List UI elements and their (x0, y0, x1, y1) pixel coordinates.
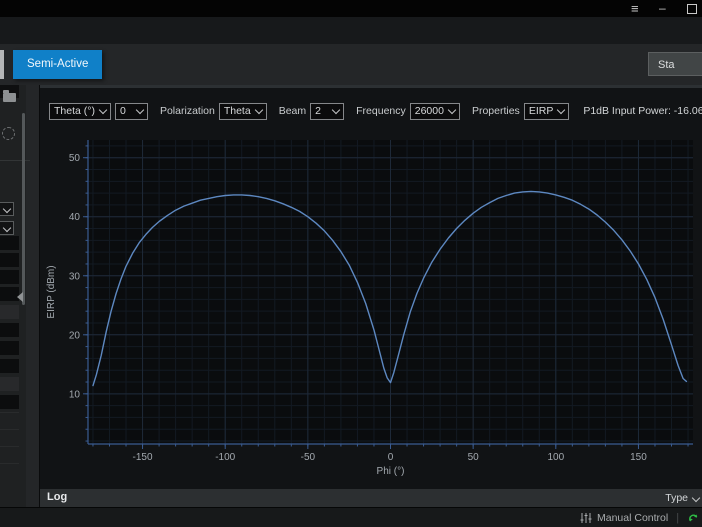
sidebar-dropdown-1[interactable] (0, 202, 14, 216)
list-item[interactable] (0, 395, 19, 409)
collapse-panel-arrow-icon[interactable] (17, 292, 23, 302)
list-item[interactable] (0, 359, 19, 373)
list-item[interactable] (0, 270, 19, 284)
theta-value: 0 (120, 105, 126, 117)
tab-partial[interactable] (0, 50, 4, 79)
svg-text:20: 20 (69, 330, 81, 341)
svg-text:Phi (°): Phi (°) (377, 466, 405, 477)
polarization-value: Theta (224, 105, 251, 117)
tab-strip-top (0, 17, 702, 44)
minimize-icon[interactable]: – (659, 1, 666, 16)
status-cluster: Manual Control | Conn (580, 508, 702, 527)
chart-toolbar: Theta (°) 0 Polarization Theta Beam 2 Fr… (49, 101, 702, 121)
p1db-input-power-readout: P1dB Input Power: -16.06 dBm (583, 105, 702, 117)
maximize-icon[interactable] (687, 4, 697, 14)
frequency-value: 26000 (415, 105, 444, 117)
status-bar: Manual Control | Conn (0, 507, 702, 527)
manual-control-button[interactable]: Manual Control (597, 512, 668, 524)
folder-icon[interactable] (3, 93, 16, 102)
svg-text:-50: -50 (301, 452, 316, 463)
chevron-down-icon (99, 106, 107, 114)
list-item[interactable] (0, 429, 19, 446)
title-bar: ≡ – (0, 0, 702, 17)
svg-text:40: 40 (69, 212, 81, 223)
theta-axis-select-value: Theta (°) (54, 105, 95, 117)
connection-status-icon (687, 512, 700, 524)
polarization-label: Polarization (160, 105, 215, 117)
sidebar-dropdown-2[interactable] (0, 221, 14, 235)
tab-semi-active[interactable]: Semi-Active (13, 50, 102, 79)
log-title: Log (47, 491, 67, 503)
list-item-selected[interactable] (0, 377, 19, 391)
list-item[interactable] (0, 463, 19, 480)
svg-text:-100: -100 (215, 452, 235, 463)
chevron-down-icon (692, 494, 700, 502)
svg-text:50: 50 (69, 153, 81, 164)
svg-text:50: 50 (468, 452, 480, 463)
list-item[interactable] (0, 446, 19, 463)
theta-axis-select[interactable]: Theta (°) (49, 103, 111, 120)
properties-select[interactable]: EIRP (524, 103, 570, 120)
svg-text:100: 100 (547, 452, 564, 463)
properties-value: EIRP (529, 105, 554, 117)
chevron-down-icon (332, 106, 340, 114)
beam-label: Beam (279, 105, 306, 117)
beam-value: 2 (315, 105, 321, 117)
sidebar-scrollbar[interactable] (22, 113, 25, 305)
list-item-selected[interactable] (0, 305, 19, 319)
log-type-filter[interactable]: Type (665, 492, 688, 504)
log-bar[interactable]: Log Type (40, 489, 702, 507)
theta-value-select[interactable]: 0 (115, 103, 148, 120)
beam-select[interactable]: 2 (310, 103, 344, 120)
chevron-down-icon (136, 106, 144, 114)
list-item[interactable] (0, 253, 19, 267)
chevron-down-icon (557, 106, 565, 114)
chart-panel: Theta (°) 0 Polarization Theta Beam 2 Fr… (40, 88, 702, 489)
refresh-icon[interactable] (2, 127, 15, 140)
list-item[interactable] (0, 412, 19, 429)
chevron-down-icon (3, 205, 11, 213)
chevron-down-icon (448, 106, 456, 114)
sidebar (0, 85, 40, 507)
list-item[interactable] (0, 236, 19, 250)
frequency-label: Frequency (356, 105, 406, 117)
frequency-select[interactable]: 26000 (410, 103, 460, 120)
list-item[interactable] (0, 323, 19, 337)
svg-text:10: 10 (69, 389, 81, 400)
chevron-down-icon (254, 106, 262, 114)
menu-icon[interactable]: ≡ (631, 1, 639, 16)
start-button[interactable]: Sta (648, 52, 702, 76)
polarization-select[interactable]: Theta (219, 103, 267, 120)
sidebar-divider (0, 160, 30, 161)
manual-control-sliders-icon (580, 512, 592, 524)
svg-text:0: 0 (388, 452, 394, 463)
properties-label: Properties (472, 105, 520, 117)
sidebar-gutter (26, 85, 39, 507)
svg-text:150: 150 (630, 452, 647, 463)
svg-text:-150: -150 (133, 452, 153, 463)
svg-text:30: 30 (69, 271, 81, 282)
chevron-down-icon (3, 224, 11, 232)
eirp-chart[interactable]: 1020304050-150-100-50050100150Phi (°)EIR… (40, 88, 702, 489)
svg-text:EIRP (dBm): EIRP (dBm) (46, 265, 57, 318)
status-divider: | (676, 512, 679, 524)
list-item[interactable] (0, 341, 19, 355)
